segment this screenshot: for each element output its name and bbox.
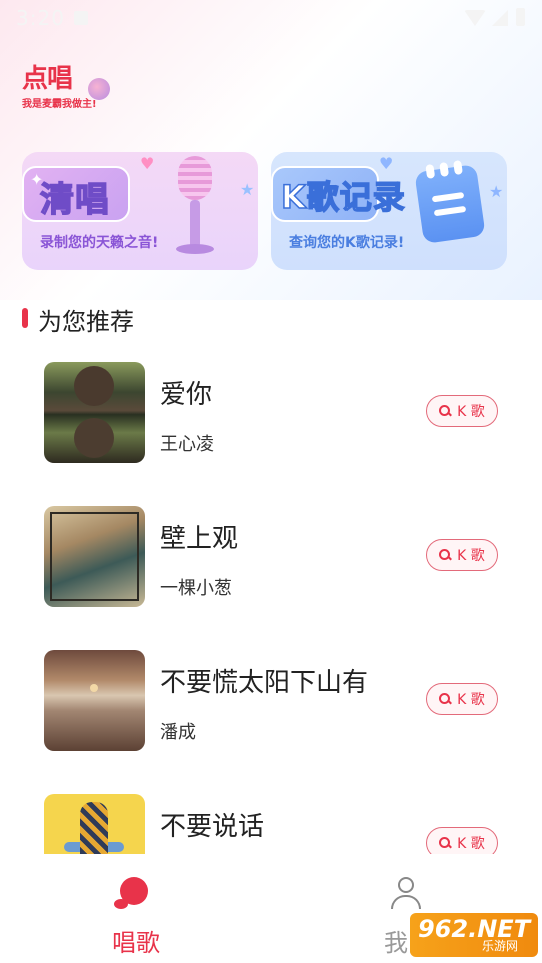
- song-item[interactable]: 爱你 王心凌 K 歌: [0, 362, 542, 464]
- k-song-label: K 歌: [457, 836, 485, 852]
- user-icon: [389, 877, 423, 911]
- app-logo: 点唱 我是麦霸我做主!: [22, 58, 122, 114]
- status-time: 3:20: [16, 6, 65, 30]
- song-cover: [44, 794, 145, 854]
- heart-icon: ♥: [140, 154, 155, 173]
- status-bar: 3:20: [0, 0, 542, 36]
- card-subtitle: 查询您的K歌记录!: [289, 235, 405, 251]
- card-k-record[interactable]: K歌记录 ♥ ★ 查询您的K歌记录!: [271, 152, 507, 270]
- section-accent-bar: [22, 308, 28, 328]
- sparkle-icon: ✦: [30, 170, 44, 189]
- k-song-button[interactable]: K 歌: [426, 827, 498, 854]
- k-song-label: K 歌: [457, 548, 485, 564]
- song-item[interactable]: 不要说话 K 歌: [0, 794, 542, 854]
- watermark-sub: 乐游网: [482, 939, 519, 953]
- k-song-button[interactable]: K 歌: [426, 395, 498, 427]
- sing-icon: [114, 877, 148, 909]
- song-cover: [44, 506, 145, 607]
- search-icon: [439, 837, 451, 849]
- search-icon: [439, 693, 451, 705]
- song-item[interactable]: 壁上观 一棵小葱 K 歌: [0, 506, 542, 608]
- k-song-label: K 歌: [457, 404, 485, 420]
- song-singer: 王心凌: [160, 434, 214, 455]
- song-name: 爱你: [160, 380, 213, 410]
- logo-title: 点唱: [22, 64, 73, 94]
- song-name: 壁上观: [160, 524, 239, 554]
- song-list[interactable]: 爱你 王心凌 K 歌 壁上观 一棵小葱 K 歌 不要慌太阳下山有 潘成 K 歌: [0, 362, 542, 854]
- k-song-label: K 歌: [457, 692, 485, 708]
- k-song-button[interactable]: K 歌: [426, 683, 498, 715]
- notification-icon: [74, 11, 88, 25]
- wifi-icon: [464, 10, 486, 26]
- search-icon: [439, 405, 451, 417]
- song-cover: [44, 362, 145, 463]
- section-title: 为您推荐: [38, 308, 134, 336]
- site-watermark: 962.NET 乐游网: [410, 913, 538, 957]
- star-icon: ★: [240, 180, 255, 199]
- tab-sing[interactable]: 唱歌: [92, 869, 178, 959]
- card-title: 清唱: [39, 179, 110, 221]
- heart-icon: ♥: [379, 154, 394, 173]
- tab-label: 唱歌: [112, 929, 160, 957]
- signal-icon: [492, 10, 508, 26]
- star-icon: ★: [489, 182, 504, 201]
- song-name: 不要说话: [160, 812, 265, 842]
- song-singer: 一棵小葱: [160, 578, 232, 599]
- search-icon: [439, 549, 451, 561]
- song-name: 不要慌太阳下山有: [160, 668, 369, 698]
- k-song-button[interactable]: K 歌: [426, 539, 498, 571]
- status-icons: [464, 8, 528, 28]
- battery-icon: [516, 8, 525, 26]
- card-subtitle: 录制您的天籁之音!: [40, 235, 159, 251]
- song-singer: 潘成: [160, 722, 196, 743]
- notebook-icon: [414, 160, 486, 244]
- card-acapella[interactable]: 清唱 ♥ ✦ ★ 录制您的天籁之音!: [22, 152, 258, 270]
- bottom-nav: 唱歌 我的 962.NET 乐游网: [0, 855, 542, 963]
- song-item[interactable]: 不要慌太阳下山有 潘成 K 歌: [0, 650, 542, 752]
- logo-slogan: 我是麦霸我做主!: [22, 99, 97, 110]
- microphone-icon: [172, 156, 216, 254]
- card-title: K歌记录: [280, 177, 406, 217]
- song-cover: [44, 650, 145, 751]
